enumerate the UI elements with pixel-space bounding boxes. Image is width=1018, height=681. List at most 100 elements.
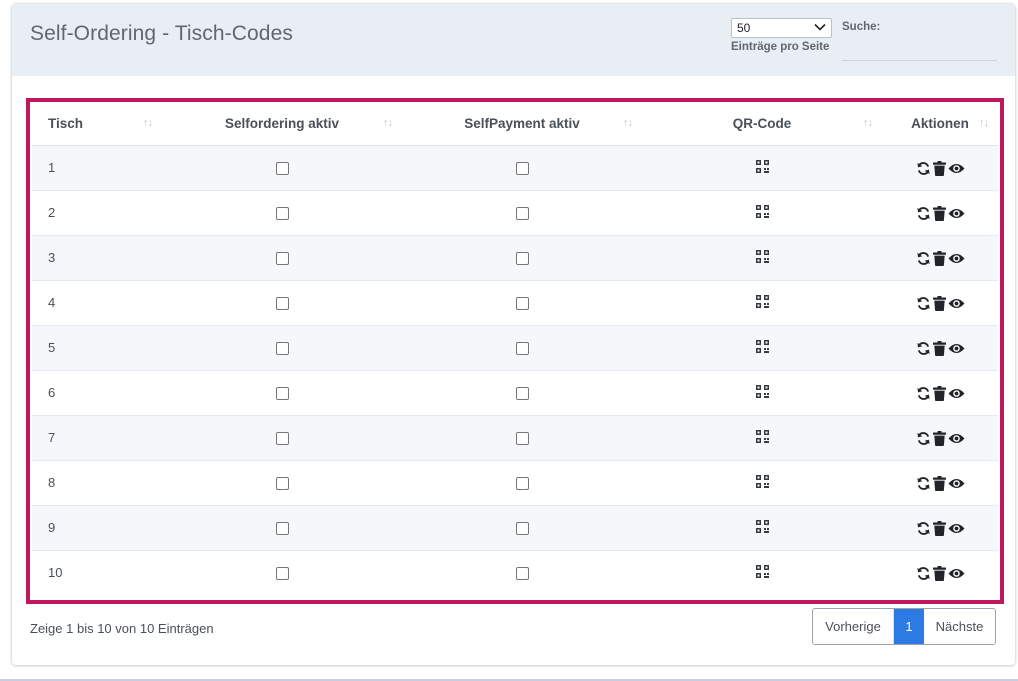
column-header-aktionen[interactable]: Aktionen ↑↓ bbox=[882, 102, 998, 146]
card-header: Self-Ordering - Tisch-Codes 50 Einträge … bbox=[12, 4, 1015, 76]
qr-code-button[interactable] bbox=[755, 204, 769, 221]
selfordering-checkbox[interactable] bbox=[275, 387, 289, 401]
search-input[interactable] bbox=[842, 38, 997, 61]
trash-icon[interactable] bbox=[932, 250, 946, 266]
selfordering-checkbox[interactable] bbox=[275, 432, 289, 446]
refresh-icon[interactable] bbox=[916, 431, 931, 446]
cell-selfpayment bbox=[402, 234, 642, 280]
selfpayment-checkbox[interactable] bbox=[515, 387, 529, 401]
row-actions bbox=[916, 385, 965, 401]
column-header-qr-code[interactable]: QR-Code ↑↓ bbox=[642, 102, 882, 146]
cell-selfpayment bbox=[402, 459, 642, 505]
selfpayment-checkbox[interactable] bbox=[515, 432, 529, 446]
qr-code-button[interactable] bbox=[755, 339, 769, 356]
qr-code-button[interactable] bbox=[755, 429, 769, 446]
eye-icon[interactable] bbox=[948, 566, 965, 581]
selfordering-checkbox[interactable] bbox=[275, 567, 289, 581]
refresh-icon[interactable] bbox=[916, 566, 931, 581]
row-actions bbox=[916, 205, 965, 221]
cell-tisch: 5 bbox=[32, 324, 162, 370]
cell-tisch: 4 bbox=[32, 279, 162, 325]
refresh-icon[interactable] bbox=[916, 476, 931, 491]
cell-actions bbox=[882, 189, 998, 235]
qr-code-button[interactable] bbox=[755, 384, 769, 401]
selfordering-checkbox[interactable] bbox=[275, 477, 289, 491]
trash-icon[interactable] bbox=[932, 160, 946, 176]
eye-icon[interactable] bbox=[948, 206, 965, 221]
selfpayment-checkbox[interactable] bbox=[515, 207, 529, 221]
page-1-button[interactable]: 1 bbox=[894, 609, 924, 644]
selfpayment-checkbox[interactable] bbox=[515, 297, 529, 311]
cell-tisch: 10 bbox=[32, 549, 162, 595]
trash-icon[interactable] bbox=[932, 385, 946, 401]
sort-icon: ↑↓ bbox=[383, 117, 393, 129]
trash-icon[interactable] bbox=[932, 430, 946, 446]
column-header-selfordering[interactable]: Selfordering aktiv ↑↓ bbox=[162, 102, 402, 146]
cell-tisch: 7 bbox=[32, 414, 162, 460]
selfpayment-checkbox[interactable] bbox=[515, 342, 529, 356]
trash-icon[interactable] bbox=[932, 340, 946, 356]
selfpayment-checkbox[interactable] bbox=[515, 252, 529, 266]
tisch-codes-card: Self-Ordering - Tisch-Codes 50 Einträge … bbox=[12, 4, 1015, 665]
trash-icon[interactable] bbox=[932, 520, 946, 536]
selfordering-checkbox[interactable] bbox=[275, 342, 289, 356]
cell-selfpayment bbox=[402, 144, 642, 190]
refresh-icon[interactable] bbox=[916, 521, 931, 536]
column-header-selfpayment[interactable]: SelfPayment aktiv ↑↓ bbox=[402, 102, 642, 146]
qr-code-icon bbox=[755, 204, 769, 218]
refresh-icon[interactable] bbox=[916, 251, 931, 266]
cell-selfordering bbox=[162, 459, 402, 505]
selfpayment-checkbox[interactable] bbox=[515, 567, 529, 581]
trash-icon[interactable] bbox=[932, 565, 946, 581]
cell-selfordering bbox=[162, 144, 402, 190]
selfordering-checkbox[interactable] bbox=[275, 297, 289, 311]
table-row: 7 bbox=[32, 414, 998, 460]
selfordering-checkbox[interactable] bbox=[275, 162, 289, 176]
next-page-button[interactable]: Nächste bbox=[924, 609, 995, 644]
cell-selfpayment bbox=[402, 414, 642, 460]
column-header-tisch[interactable]: Tisch ↑↓ bbox=[32, 102, 162, 146]
qr-code-icon bbox=[755, 519, 769, 533]
selfordering-checkbox[interactable] bbox=[275, 252, 289, 266]
eye-icon[interactable] bbox=[948, 251, 965, 266]
qr-code-button[interactable] bbox=[755, 519, 769, 536]
selfpayment-checkbox[interactable] bbox=[515, 162, 529, 176]
sort-icon: ↑↓ bbox=[623, 117, 633, 129]
refresh-icon[interactable] bbox=[916, 296, 931, 311]
qr-code-button[interactable] bbox=[755, 565, 769, 581]
eye-icon[interactable] bbox=[948, 431, 965, 446]
eye-icon[interactable] bbox=[948, 476, 965, 491]
selfordering-checkbox[interactable] bbox=[275, 207, 289, 221]
eye-icon[interactable] bbox=[948, 161, 965, 176]
refresh-icon[interactable] bbox=[916, 161, 931, 176]
trash-icon[interactable] bbox=[932, 295, 946, 311]
eye-icon[interactable] bbox=[948, 341, 965, 356]
cell-qr-code bbox=[642, 234, 882, 280]
entries-per-page-select[interactable]: 50 bbox=[731, 18, 832, 38]
qr-code-button[interactable] bbox=[755, 294, 769, 311]
previous-page-button[interactable]: Vorherige bbox=[813, 609, 894, 644]
eye-icon[interactable] bbox=[948, 521, 965, 536]
trash-icon[interactable] bbox=[932, 475, 946, 491]
table-row: 4 bbox=[32, 279, 998, 325]
qr-code-button[interactable] bbox=[755, 249, 769, 266]
cell-selfordering bbox=[162, 414, 402, 460]
cell-qr-code bbox=[642, 459, 882, 505]
selfpayment-checkbox[interactable] bbox=[515, 477, 529, 491]
eye-icon[interactable] bbox=[948, 296, 965, 311]
trash-icon[interactable] bbox=[932, 205, 946, 221]
qr-code-button[interactable] bbox=[755, 474, 769, 491]
refresh-icon[interactable] bbox=[916, 341, 931, 356]
selfpayment-checkbox[interactable] bbox=[515, 522, 529, 536]
selfordering-checkbox[interactable] bbox=[275, 522, 289, 536]
cell-tisch: 8 bbox=[32, 459, 162, 505]
eye-icon[interactable] bbox=[948, 386, 965, 401]
refresh-icon[interactable] bbox=[916, 206, 931, 221]
row-actions bbox=[916, 430, 965, 446]
refresh-icon[interactable] bbox=[916, 386, 931, 401]
sort-icon: ↑↓ bbox=[863, 117, 873, 129]
row-actions bbox=[916, 340, 965, 356]
page-title: Self-Ordering - Tisch-Codes bbox=[30, 22, 293, 45]
table-row: 6 bbox=[32, 369, 998, 415]
qr-code-button[interactable] bbox=[755, 159, 769, 176]
